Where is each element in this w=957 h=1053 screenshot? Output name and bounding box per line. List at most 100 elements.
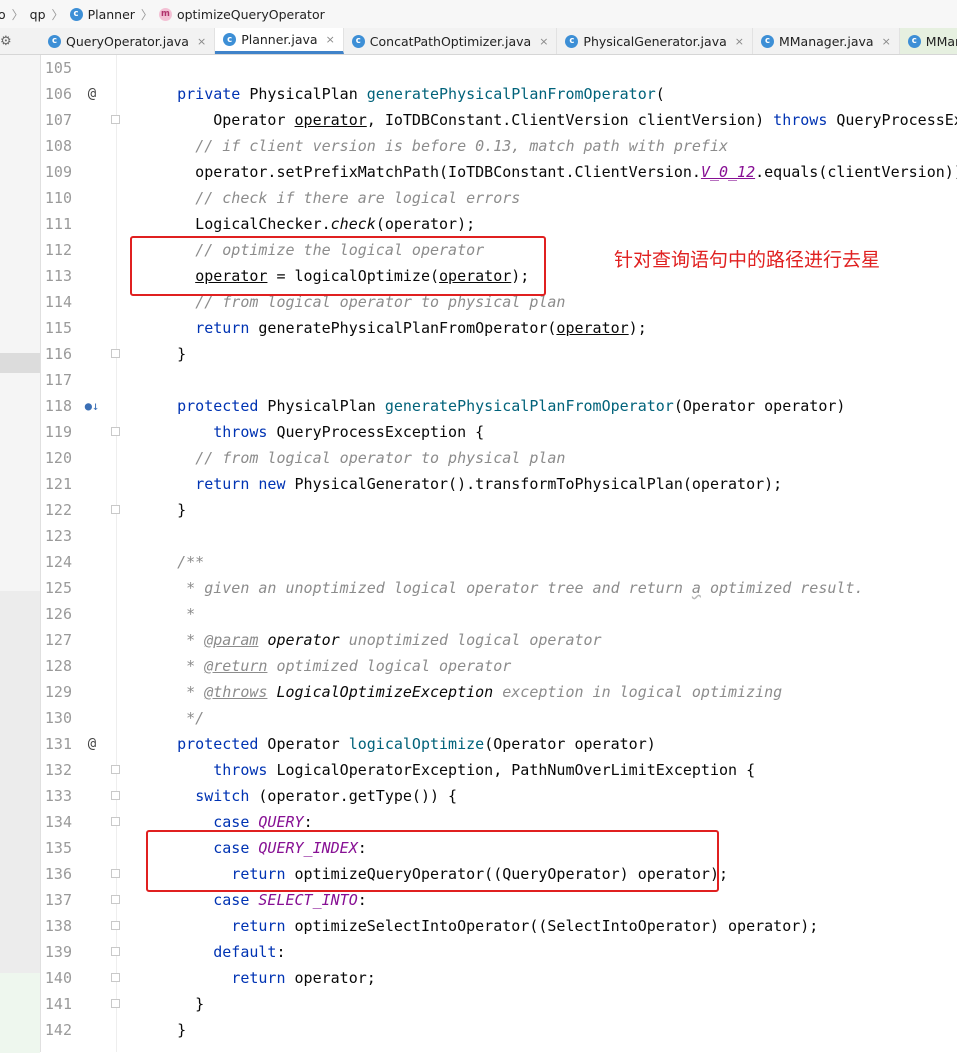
code-line[interactable]: 141 }: [41, 991, 957, 1017]
fold-marker-icon[interactable]: [111, 427, 120, 436]
settings-gear-icon[interactable]: ⚙: [0, 28, 40, 54]
code-text: return new PhysicalGenerator().transform…: [141, 471, 782, 497]
code-text: throws QueryProcessException {: [141, 419, 484, 445]
code-line[interactable]: 132 throws LogicalOperatorException, Pat…: [41, 757, 957, 783]
code-text: protected Operator logicalOptimize(Opera…: [141, 731, 656, 757]
fold-marker-icon[interactable]: [111, 869, 120, 878]
code-line[interactable]: 116 }: [41, 341, 957, 367]
code-token: operator: [294, 111, 367, 129]
fold-marker-icon[interactable]: [111, 947, 120, 956]
code-text: }: [141, 991, 204, 1017]
override-marker-icon[interactable]: @: [83, 81, 101, 107]
tab-mmanager-java[interactable]: c MManager.java ×: [753, 28, 900, 54]
code-text: /**: [141, 549, 204, 575]
code-line[interactable]: 121 return new PhysicalGenerator().trans…: [41, 471, 957, 497]
code-text: }: [141, 497, 186, 523]
fold-marker-icon[interactable]: [111, 505, 120, 514]
close-icon[interactable]: ×: [882, 35, 891, 48]
code-line[interactable]: 124 /**: [41, 549, 957, 575]
close-icon[interactable]: ×: [735, 35, 744, 48]
code-token: // from logical operator to physical pla…: [195, 449, 566, 467]
line-number: 131: [44, 735, 72, 753]
code-editor[interactable]: 105 106 @ private PhysicalPlan generatePhy…: [41, 55, 957, 1052]
code-line[interactable]: 119 throws QueryProcessException {: [41, 419, 957, 445]
code-line[interactable]: 117: [41, 367, 957, 393]
code-text: return operator;: [141, 965, 376, 991]
line-number: 138: [44, 917, 72, 935]
tab-concatpathoptimizer-java[interactable]: c ConcatPathOptimizer.java ×: [344, 28, 558, 54]
code-token: :: [276, 943, 286, 961]
code-line[interactable]: 123: [41, 523, 957, 549]
breadcrumb-item[interactable]: qp: [30, 7, 46, 22]
fold-marker-icon[interactable]: [111, 115, 120, 124]
fold-marker-icon[interactable]: [111, 895, 120, 904]
tab-queryoperator-java[interactable]: c QueryOperator.java ×: [40, 28, 216, 54]
close-icon[interactable]: ×: [197, 35, 206, 48]
code-line[interactable]: 142 }: [41, 1017, 957, 1043]
tab-mmanagerbas[interactable]: c MManagerBas: [899, 28, 957, 54]
code-line[interactable]: 111 LogicalChecker.check(operator);: [41, 211, 957, 237]
fold-marker-icon[interactable]: [111, 791, 120, 800]
tab-planner-java[interactable]: c Planner.java ×: [215, 28, 344, 54]
line-number: 113: [44, 267, 72, 285]
code-token: a: [691, 579, 701, 597]
line-number: 123: [44, 527, 72, 545]
breadcrumb-item[interactable]: c Planner: [69, 7, 135, 22]
fold-marker-icon[interactable]: [111, 921, 120, 930]
code-token: PhysicalPlan: [240, 85, 367, 103]
code-line[interactable]: 115 return generatePhysicalPlanFromOpera…: [41, 315, 957, 341]
code-token: , IoTDBConstant.ClientVersion clientVers…: [366, 111, 774, 129]
java-class-icon: c: [907, 34, 921, 48]
code-line[interactable]: 129 * @throws LogicalOptimizeException e…: [41, 679, 957, 705]
code-line[interactable]: 118 ●↓ protected PhysicalPlan generatePhy…: [41, 393, 957, 419]
code-line[interactable]: 105: [41, 55, 957, 81]
code-token: return: [231, 969, 286, 987]
code-line[interactable]: 110 // check if there are logical errors: [41, 185, 957, 211]
code-token: return: [195, 319, 250, 337]
tab-physicalgenerator-java[interactable]: c PhysicalGenerator.java ×: [557, 28, 753, 54]
fold-marker-icon[interactable]: [111, 349, 120, 358]
breadcrumb-item[interactable]: o: [0, 7, 6, 22]
code-line[interactable]: 106 @ private PhysicalPlan generatePhysic…: [41, 81, 957, 107]
code-token: throws: [213, 423, 268, 441]
code-line[interactable]: 139 default:: [41, 939, 957, 965]
code-token: (operator);: [375, 215, 476, 233]
code-text: }: [141, 341, 186, 367]
code-line[interactable]: 122 }: [41, 497, 957, 523]
code-line[interactable]: 128 * @return optimized logical operator: [41, 653, 957, 679]
code-text: * @return optimized logical operator: [141, 653, 511, 679]
strip-scope-bar: [0, 591, 40, 1025]
code-token: (: [655, 85, 665, 103]
close-icon[interactable]: ×: [539, 35, 548, 48]
code-line[interactable]: 109 operator.setPrefixMatchPath(IoTDBCon…: [41, 159, 957, 185]
code-line[interactable]: 140 return operator;: [41, 965, 957, 991]
code-line[interactable]: 127 * @param operator unoptimized logica…: [41, 627, 957, 653]
code-line[interactable]: 133 switch (operator.getType()) {: [41, 783, 957, 809]
breadcrumb-item[interactable]: m optimizeQueryOperator: [158, 7, 325, 22]
code-line[interactable]: 130 */: [41, 705, 957, 731]
code-line[interactable]: 131 @ protected Operator logicalOptimize(…: [41, 731, 957, 757]
code-token: // if client version is before 0.13, mat…: [195, 137, 729, 155]
override-marker-icon[interactable]: @: [83, 731, 101, 757]
code-line[interactable]: 120 // from logical operator to physical…: [41, 445, 957, 471]
close-icon[interactable]: ×: [326, 33, 335, 46]
implemented-marker-icon[interactable]: ●↓: [83, 393, 101, 419]
code-token: check: [330, 215, 376, 233]
code-token: return: [231, 917, 286, 935]
fold-marker-icon[interactable]: [111, 765, 120, 774]
code-token: operator;: [285, 969, 376, 987]
fold-marker-icon[interactable]: [111, 973, 120, 982]
code-line[interactable]: 107 Operator operator, IoTDBConstant.Cli…: [41, 107, 957, 133]
code-line[interactable]: 126 *: [41, 601, 957, 627]
fold-marker-icon[interactable]: [111, 817, 120, 826]
code-token: }: [141, 345, 187, 363]
code-line[interactable]: 138 return optimizeSelectIntoOperator((S…: [41, 913, 957, 939]
fold-marker-icon[interactable]: [111, 999, 120, 1008]
code-line[interactable]: 125 * given an unoptimized logical opera…: [41, 575, 957, 601]
code-line[interactable]: 108 // if client version is before 0.13,…: [41, 133, 957, 159]
